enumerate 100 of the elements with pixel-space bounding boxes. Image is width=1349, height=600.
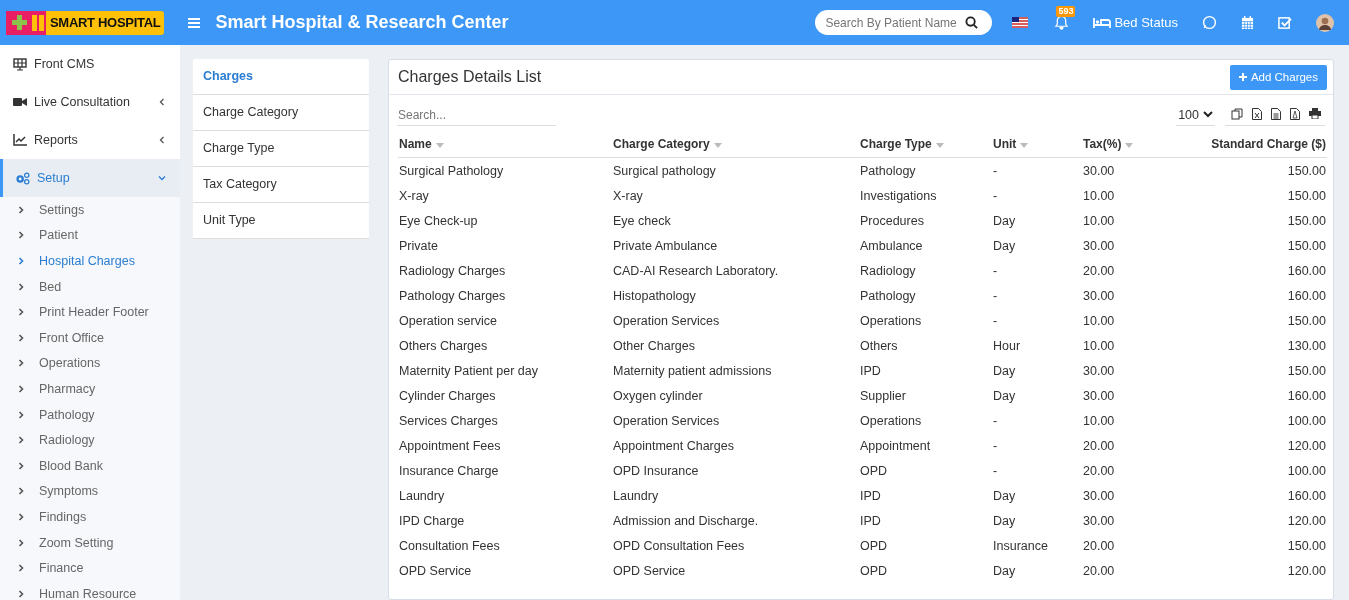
sidebar-subitem[interactable]: Print Header Footer [0, 299, 180, 325]
gears-icon [15, 171, 30, 185]
submenu-item[interactable]: Charge Category [193, 95, 369, 131]
sidebar-item[interactable]: Front CMS [0, 45, 180, 83]
table-cell-text: Day [992, 237, 1017, 255]
excel-file-icon[interactable] [1252, 107, 1262, 120]
table-cell-text: Others [859, 337, 899, 355]
chevron-right-icon [18, 564, 24, 573]
sidebar-subitem[interactable]: Findings [0, 504, 180, 530]
sidebar-subitem[interactable]: Front Office [0, 324, 180, 351]
sort-icon [713, 143, 722, 148]
plus-icon [1238, 73, 1247, 81]
chevron-down-icon [1203, 111, 1213, 118]
table-cell-text: 120.00 [1286, 562, 1327, 580]
submenu-item[interactable]: Charges [193, 59, 369, 95]
sidebar-subitem[interactable]: Blood Bank [0, 452, 180, 479]
table-cell-text: Radiology [859, 262, 917, 280]
sidebar-subitem[interactable]: Settings [0, 197, 180, 223]
table-cell-text: CAD-AI Research Laboratory. [612, 262, 780, 280]
sort-icon [1125, 143, 1134, 148]
table-cell-text: IPD Charge [398, 512, 466, 530]
search-icon[interactable] [965, 16, 979, 29]
chart-icon [13, 134, 27, 146]
column-header[interactable]: Standard Charge ($) [1157, 131, 1327, 158]
table-cell-text: Pathology Charges [398, 287, 507, 305]
sidebar-subitem[interactable]: Zoom Setting [0, 529, 180, 556]
table-cell-text: X-ray [398, 187, 430, 205]
logo[interactable]: SMART HOSPITAL [6, 10, 165, 35]
bed-icon [1093, 16, 1112, 29]
sidebar-subitem[interactable]: Hospital Charges [0, 248, 180, 274]
sidebar-subitem[interactable]: Finance [0, 555, 180, 581]
column-header[interactable]: Charge Category [612, 131, 859, 158]
calendar-icon[interactable] [1241, 15, 1254, 30]
bed-status-button[interactable]: Bed Status [1093, 15, 1178, 30]
table-cell-text: OPD [859, 562, 889, 580]
avatar-icon[interactable] [1316, 13, 1334, 32]
table-cell-text: Day [992, 212, 1017, 230]
flag-icon[interactable] [1012, 17, 1029, 28]
sidebar-subitem[interactable]: Human Resource [0, 580, 180, 600]
submenu-item[interactable]: Unit Type [193, 203, 369, 239]
table-cell-text: X-ray [612, 187, 644, 205]
menu-icon[interactable] [188, 17, 201, 28]
table-cell-text: Histopathology [612, 287, 697, 305]
table-cell-text: Appointment [859, 437, 932, 455]
table-cell-text: 20.00 [1082, 537, 1116, 555]
pdf-file-icon[interactable] [1290, 107, 1300, 120]
sidebar-item[interactable]: Setup [0, 159, 180, 197]
sort-icon [1020, 143, 1029, 148]
sidebar-subitem[interactable]: Pathology [0, 401, 180, 428]
search-field[interactable]: Search By Patient Name [815, 10, 993, 35]
table-cell-text: Maternity Patient per day [398, 362, 539, 380]
bell-icon[interactable] [1054, 15, 1070, 30]
table-cell-text: IPD [859, 362, 882, 380]
table-cell-text: Radiology Charges [398, 262, 507, 280]
page-size-select[interactable]: 100 [1176, 104, 1215, 126]
table-cell-text: 120.00 [1286, 512, 1327, 530]
table-cell-text: 150.00 [1286, 312, 1327, 330]
sidebar-subitem[interactable]: Bed [0, 273, 180, 300]
table-cell-text: - [992, 262, 999, 280]
submenu-item[interactable]: Charge Type [193, 131, 369, 167]
table-cell: - [992, 157, 1082, 183]
chevron-right-icon [18, 231, 24, 240]
table-cell-text: - [992, 462, 999, 480]
table-cell-text: 160.00 [1286, 387, 1327, 405]
column-header[interactable]: Charge Type [859, 131, 992, 158]
sidebar-subitem[interactable]: Pharmacy [0, 376, 180, 402]
table-cell-text: OPD Service [612, 562, 687, 580]
notification-count: 593 [1056, 6, 1076, 17]
document-icon[interactable] [1271, 107, 1281, 120]
submenu-item[interactable]: Tax Category [193, 167, 369, 203]
monitor-icon [13, 57, 27, 71]
table-cell-text: - [992, 412, 999, 430]
sidebar-subitem[interactable]: Radiology [0, 427, 180, 453]
sidebar-subitem[interactable]: Patient [0, 222, 180, 249]
table-cell: 150.00 [1157, 157, 1327, 183]
checkbox-icon[interactable] [1278, 15, 1292, 30]
table-cell-text: Insurance [992, 537, 1049, 555]
table-cell-text: Operation service [398, 312, 498, 330]
logo-text: SMART HOSPITAL [50, 15, 161, 30]
chat-icon[interactable] [1202, 15, 1217, 30]
table-cell-text: OPD Service [398, 562, 473, 580]
table-cell-text: 150.00 [1286, 362, 1327, 380]
column-header[interactable]: Name [398, 131, 612, 158]
sidebar-item[interactable]: Live Consultation [0, 83, 180, 121]
table-cell-text: 10.00 [1082, 412, 1116, 430]
table-cell-text: Private [398, 237, 439, 255]
table-cell-text: 150.00 [1286, 212, 1327, 230]
table-cell-text: Appointment Fees [398, 437, 502, 455]
table-cell-text: Day [992, 512, 1017, 530]
column-header[interactable]: Unit [992, 131, 1082, 158]
table-cell-text: Services Charges [398, 412, 499, 430]
table-cell-text: Day [992, 387, 1017, 405]
sidebar-item[interactable]: Reports [0, 121, 180, 159]
add-charges-button[interactable]: Add Charges [1229, 64, 1327, 90]
column-header[interactable]: Tax(%) [1082, 131, 1158, 158]
print-icon[interactable] [1309, 108, 1321, 119]
copy-icon[interactable] [1231, 107, 1243, 120]
chevron-right-icon [18, 461, 24, 470]
sidebar-subitem[interactable]: Operations [0, 350, 180, 377]
sidebar-subitem[interactable]: Symptoms [0, 478, 180, 505]
